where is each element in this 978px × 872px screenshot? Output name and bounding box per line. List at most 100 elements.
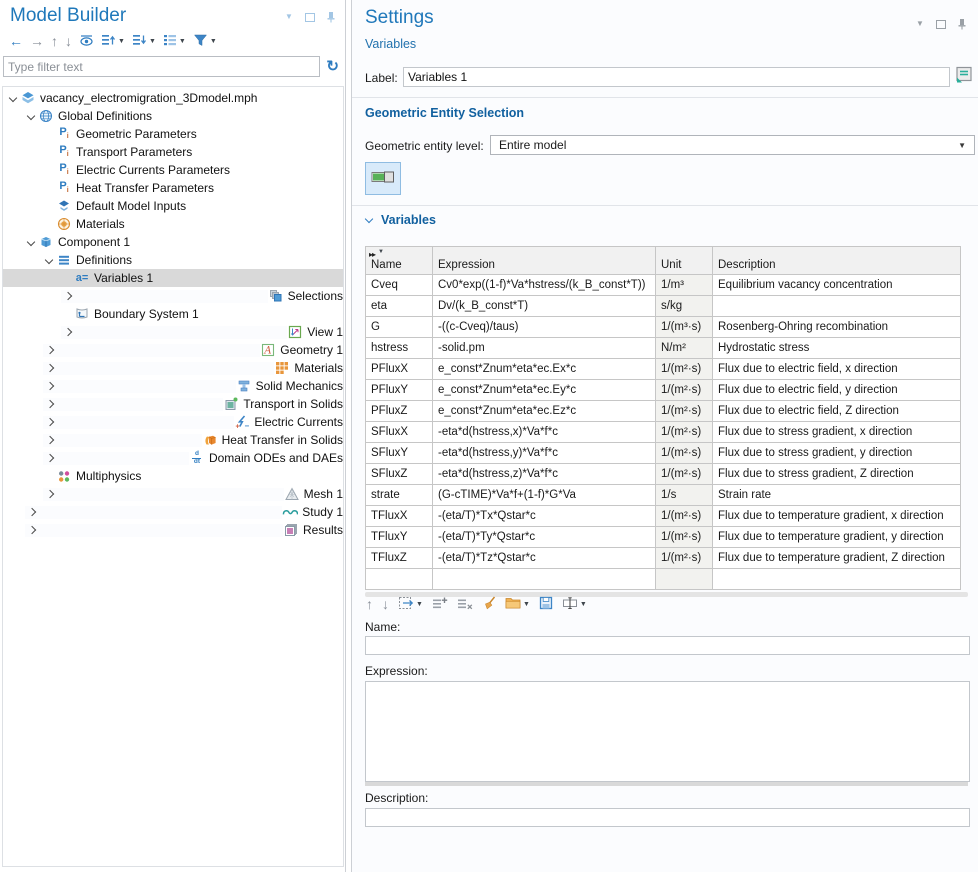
var-description-cell[interactable]: Flux due to temperature gradient, x dire… [713, 506, 961, 527]
tree-item-solid-mechanics[interactable]: Solid Mechanics [3, 377, 343, 395]
tree-item-component-1[interactable]: Component 1 [3, 233, 343, 251]
tree-item-default-model-inputs[interactable]: Default Model Inputs [3, 197, 343, 215]
name-input[interactable] [365, 636, 970, 655]
tree-item-transport-parameters[interactable]: PiTransport Parameters [3, 143, 343, 161]
tree-item-electric-currents-parameters[interactable]: PiElectric Currents Parameters [3, 161, 343, 179]
expander-icon[interactable] [43, 254, 56, 267]
tree-item-global-definitions[interactable]: Global Definitions [3, 107, 343, 125]
var-unit-cell[interactable]: 1/(m²·s) [656, 506, 713, 527]
expander-icon[interactable] [61, 290, 268, 303]
panel-menu-icon[interactable]: ▼ [283, 11, 295, 23]
var-description-cell[interactable]: Flux due to electric field, x direction [713, 359, 961, 380]
tree-item-multiphysics[interactable]: Multiphysics [3, 467, 343, 485]
load-file-button[interactable]: ▼ [504, 595, 531, 613]
tree-item-transport-in-solids[interactable]: Transport in Solids [3, 395, 343, 413]
active-toggle-button[interactable] [365, 162, 401, 195]
tree-item-view-1[interactable]: View 1 [3, 323, 343, 341]
geometric-entity-level-select[interactable]: Entire model ▼ [490, 135, 975, 155]
variables-section-header[interactable]: Variables [365, 213, 436, 227]
var-name-cell[interactable]: PFluxZ [366, 401, 433, 422]
tree-item-boundary-system-1[interactable]: Boundary System 1 [3, 305, 343, 323]
delete-row-button[interactable] [456, 595, 474, 614]
column-header-expression[interactable]: Expression [433, 247, 656, 275]
expander-icon[interactable] [25, 506, 282, 519]
var-expression-cell[interactable]: e_const*Znum*eta*ec.Ez*c [433, 401, 656, 422]
tree-item-vacancy-electromigration-3dmodel-mph[interactable]: vacancy_electromigration_3Dmodel.mph [3, 89, 343, 107]
var-name-cell[interactable]: SFluxZ [366, 464, 433, 485]
var-name-cell[interactable]: Cveq [366, 275, 433, 296]
tree-item-study-1[interactable]: Study 1 [3, 503, 343, 521]
var-unit-cell[interactable]: 1/(m²·s) [656, 464, 713, 485]
expander-icon[interactable] [43, 452, 189, 465]
var-description-cell[interactable]: Equilibrium vacancy concentration [713, 275, 961, 296]
var-unit-cell[interactable]: 1/(m²·s) [656, 359, 713, 380]
var-name-cell[interactable]: eta [366, 296, 433, 317]
var-unit-cell[interactable]: 1/(m²·s) [656, 548, 713, 569]
var-name-cell[interactable]: TFluxX [366, 506, 433, 527]
tree-item-variables-1[interactable]: a=Variables 1 [3, 269, 343, 287]
var-description-cell[interactable]: Hydrostatic stress [713, 338, 961, 359]
var-description-cell[interactable]: Flux due to temperature gradient, Z dire… [713, 548, 961, 569]
var-expression-cell[interactable]: Cv0*exp((1-f)*Va*hstress/(k_B_const*T)) [433, 275, 656, 296]
label-edit-button[interactable] [953, 64, 975, 88]
tree-item-domain-odes-and-daes[interactable]: ddtDomain ODEs and DAEs [3, 449, 343, 467]
expander-icon[interactable] [25, 524, 283, 537]
var-expression-cell[interactable]: -eta*d(hstress,z)*Va*f*c [433, 464, 656, 485]
expander-icon[interactable] [43, 398, 223, 411]
var-name-cell[interactable]: strate [366, 485, 433, 506]
var-name-cell[interactable]: PFluxX [366, 359, 433, 380]
var-unit-cell[interactable] [656, 569, 713, 590]
row-up-button[interactable]: ↑ [365, 596, 374, 613]
var-unit-cell[interactable]: 1/(m²·s) [656, 527, 713, 548]
move-to-button[interactable]: ▼ [397, 595, 424, 614]
float-icon[interactable] [935, 18, 947, 30]
var-unit-cell[interactable]: 1/(m²·s) [656, 380, 713, 401]
add-row-button[interactable] [431, 595, 449, 614]
var-expression-cell[interactable] [433, 569, 656, 590]
tree-item-geometry-1[interactable]: AGeometry 1 [3, 341, 343, 359]
move-up-button[interactable]: ↑ [50, 33, 59, 50]
tree-item-heat-transfer-in-solids[interactable]: Heat Transfer in Solids [3, 431, 343, 449]
sort-columns-button[interactable]: ▸▸▼ [369, 248, 384, 260]
var-description-cell[interactable]: Strain rate [713, 485, 961, 506]
tree-item-results[interactable]: Results [3, 521, 343, 539]
var-description-cell[interactable]: Flux due to stress gradient, y direction [713, 443, 961, 464]
var-description-cell[interactable]: Flux due to temperature gradient, y dire… [713, 527, 961, 548]
expander-icon[interactable] [43, 416, 234, 429]
move-down-button[interactable]: ↓ [64, 33, 73, 50]
expander-icon[interactable] [43, 362, 274, 375]
var-expression-cell[interactable]: -(eta/T)*Tx*Qstar*c [433, 506, 656, 527]
var-name-cell[interactable]: SFluxY [366, 443, 433, 464]
forward-button[interactable]: → [29, 33, 45, 50]
row-down-button[interactable]: ↓ [381, 596, 390, 613]
filter-input[interactable] [3, 56, 320, 77]
var-unit-cell[interactable]: 1/s [656, 485, 713, 506]
pin-icon[interactable] [325, 11, 337, 23]
collapse-all-button[interactable]: ▼ [131, 32, 157, 51]
var-expression-cell[interactable]: -((c-Cveq)/taus) [433, 317, 656, 338]
var-unit-cell[interactable]: N/m² [656, 338, 713, 359]
expression-scrollbar[interactable] [365, 782, 968, 786]
expander-icon[interactable] [25, 110, 38, 123]
var-name-cell[interactable] [366, 569, 433, 590]
var-expression-cell[interactable]: -(eta/T)*Ty*Qstar*c [433, 527, 656, 548]
tree-item-heat-transfer-parameters[interactable]: PiHeat Transfer Parameters [3, 179, 343, 197]
label-input[interactable] [403, 67, 950, 87]
show-button[interactable] [78, 32, 95, 51]
var-description-cell[interactable] [713, 569, 961, 590]
var-description-cell[interactable]: Rosenberg-Ohring recombination [713, 317, 961, 338]
var-name-cell[interactable]: TFluxZ [366, 548, 433, 569]
var-expression-cell[interactable]: -(eta/T)*Tz*Qstar*c [433, 548, 656, 569]
var-unit-cell[interactable]: 1/(m²·s) [656, 443, 713, 464]
var-expression-cell[interactable]: Dv/(k_B_const*T) [433, 296, 656, 317]
var-expression-cell[interactable]: e_const*Znum*eta*ec.Ex*c [433, 359, 656, 380]
tree-item-geometric-parameters[interactable]: PiGeometric Parameters [3, 125, 343, 143]
var-unit-cell[interactable]: 1/(m²·s) [656, 401, 713, 422]
column-header-unit[interactable]: Unit [656, 247, 713, 275]
tree-item-materials[interactable]: Materials [3, 359, 343, 377]
expander-icon[interactable] [61, 326, 287, 339]
var-name-cell[interactable]: G [366, 317, 433, 338]
save-file-button[interactable] [538, 595, 554, 614]
expand-all-button[interactable]: ▼ [100, 32, 126, 51]
var-unit-cell[interactable]: 1/(m²·s) [656, 422, 713, 443]
